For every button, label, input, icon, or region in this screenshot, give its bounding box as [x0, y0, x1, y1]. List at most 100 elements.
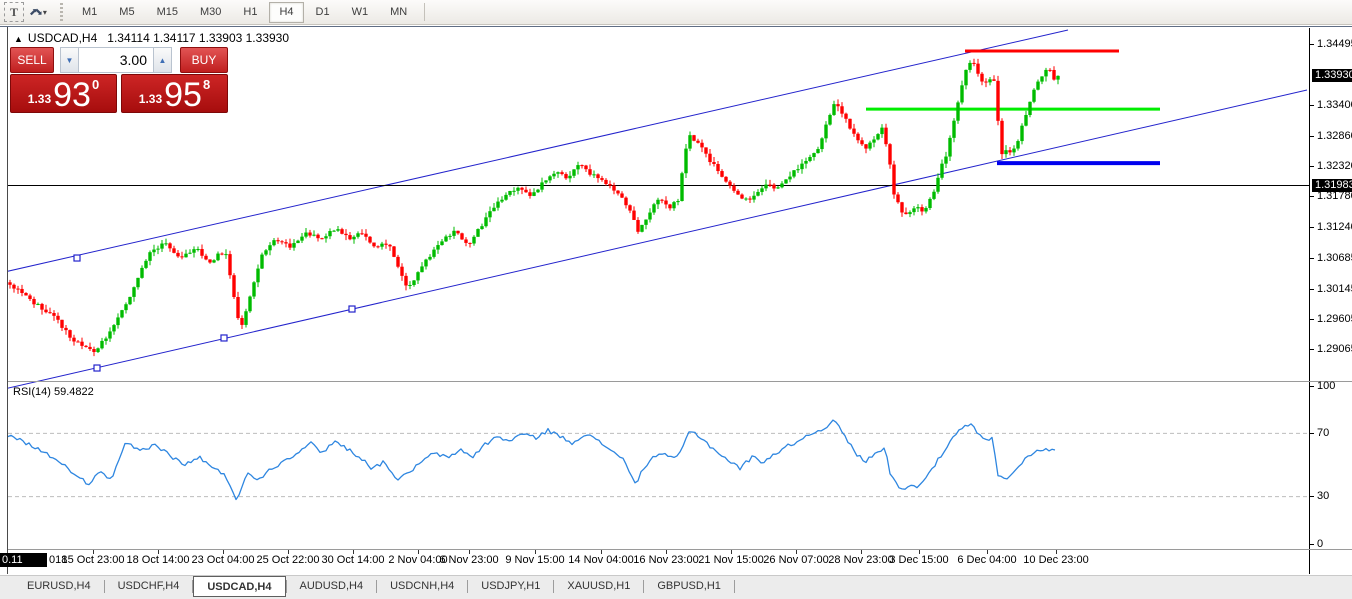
- candle-body: [804, 160, 808, 164]
- price-axis-tick: [1310, 196, 1314, 198]
- rsi-axis-tick: [1310, 385, 1314, 387]
- time-axis-tick: [1056, 550, 1057, 554]
- candle-body: [656, 199, 660, 205]
- candle-body: [548, 176, 552, 181]
- chart-tab-usdcad[interactable]: USDCAD,H4: [193, 576, 286, 597]
- timeframe-button-m5[interactable]: M5: [109, 2, 144, 23]
- channel-lower-line: [8, 89, 1308, 389]
- collapse-arrow-icon[interactable]: ▲: [14, 34, 23, 44]
- candle-body: [420, 266, 424, 273]
- candle-body: [88, 346, 92, 350]
- timeframe-button-d1[interactable]: D1: [306, 2, 340, 23]
- candle-body: [336, 229, 340, 231]
- timeframe-button-m30[interactable]: M30: [190, 2, 231, 23]
- text-tool-button[interactable]: T: [4, 2, 24, 22]
- volume-decrease-button[interactable]: ▼: [60, 47, 79, 73]
- candle-body: [644, 219, 648, 225]
- timeframe-button-h4[interactable]: H4: [269, 1, 304, 23]
- volume-input[interactable]: 3.00: [79, 47, 153, 73]
- candle-body: [760, 188, 764, 192]
- candle-body: [564, 174, 568, 179]
- buy-price-panel[interactable]: 1.33 95 8: [121, 74, 228, 113]
- buy-button[interactable]: BUY: [180, 47, 228, 73]
- candle-body: [1016, 141, 1020, 149]
- chart-tab-audusd[interactable]: AUDUSD,H4: [287, 576, 377, 596]
- candle-body: [660, 199, 664, 201]
- candle-body: [196, 249, 200, 251]
- candle-body: [84, 345, 88, 347]
- chart-title: ▲ USDCAD,H4 1.34114 1.34117 1.33903 1.3393…: [14, 31, 289, 45]
- candle-body: [684, 148, 688, 174]
- chart-tab-usdjpy[interactable]: USDJPY,H1: [468, 576, 553, 596]
- candle-body: [436, 245, 440, 250]
- arrows-tool-button[interactable]: ⬈⬊ ▾: [28, 2, 48, 22]
- candle-body: [112, 325, 116, 332]
- timeframe-button-m15[interactable]: M15: [147, 2, 188, 23]
- candle-body: [260, 254, 264, 269]
- candle-body: [264, 250, 268, 255]
- candle-body: [740, 194, 744, 199]
- rsi-axis-tick: [1310, 543, 1314, 545]
- chart-tab-usdcnh[interactable]: USDCNH,H4: [377, 576, 467, 596]
- timeframe-button-h1[interactable]: H1: [233, 2, 267, 23]
- candle-body: [512, 190, 516, 192]
- candle-body: [136, 277, 140, 288]
- candle-body: [104, 338, 108, 341]
- price-axis-tick: [1310, 166, 1314, 168]
- rsi-axis-tick: [1310, 432, 1314, 434]
- chart-symbol: USDCAD,H4: [27, 31, 98, 45]
- candle-body: [1044, 69, 1048, 77]
- chart-window-top-border: [0, 26, 1352, 27]
- time-axis-tick: [796, 550, 797, 554]
- candle-body: [940, 163, 944, 178]
- candle-body: [380, 243, 384, 247]
- candle-body: [960, 85, 964, 103]
- candle-body: [916, 207, 920, 209]
- candle-body: [800, 163, 804, 170]
- candle-body: [448, 235, 452, 237]
- chart-tab-eurusd[interactable]: EURUSD,H4: [14, 576, 104, 596]
- candle-body: [672, 202, 676, 209]
- timeframe-button-mn[interactable]: MN: [380, 2, 417, 23]
- candle-body: [416, 272, 420, 281]
- candle-body: [972, 62, 976, 64]
- tab-separator: [733, 580, 735, 593]
- buy-price-prefix: 1.33: [138, 92, 163, 106]
- candle-body: [140, 267, 144, 278]
- time-axis-tick: [223, 550, 224, 554]
- mt4-terminal: T ⬈⬊ ▾ M1 M5 M15 M30 H1 H4 D1 W1 MN ▲ USDCAD,H4 1.…: [0, 0, 1352, 599]
- sell-button[interactable]: SELL: [10, 47, 54, 73]
- chart-tab-xauusd[interactable]: XAUUSD,H1: [554, 576, 643, 596]
- sell-price-panel[interactable]: 1.33 93 0: [10, 74, 117, 113]
- candle-body: [944, 156, 948, 164]
- candle-body: [908, 212, 912, 215]
- candle-body: [544, 180, 548, 183]
- candle-body: [556, 172, 560, 174]
- price-tick-label: 1.29605: [1317, 313, 1352, 326]
- toolbar-grip[interactable]: [58, 3, 65, 21]
- pane-divider[interactable]: [8, 381, 1352, 382]
- timeframe-button-w1[interactable]: W1: [342, 2, 379, 23]
- time-axis-tick: [535, 550, 536, 554]
- timeframe-button-m1[interactable]: M1: [72, 2, 107, 23]
- volume-increase-button[interactable]: ▲: [153, 47, 172, 73]
- candle-body: [12, 284, 16, 289]
- candle-body: [24, 293, 28, 296]
- candle-body: [164, 243, 168, 245]
- candle-body: [212, 260, 216, 263]
- candle-body: [768, 184, 772, 186]
- first-time-label-rest: 018: [49, 554, 68, 566]
- candle-body: [472, 236, 476, 244]
- candle-body: [500, 199, 504, 202]
- candle-body: [60, 319, 64, 328]
- arrows-icon: ⬈⬊: [29, 6, 43, 18]
- candle-body: [700, 142, 704, 148]
- candle-body: [572, 169, 576, 176]
- price-axis-current-label: 1.31983: [1312, 178, 1352, 192]
- candle-body: [232, 275, 236, 297]
- candle-body: [980, 73, 984, 82]
- chart-tab-gbpusd[interactable]: GBPUSD,H1: [644, 576, 734, 596]
- candle-body: [492, 207, 496, 212]
- candle-body: [228, 254, 232, 276]
- chart-tab-usdchf[interactable]: USDCHF,H4: [105, 576, 193, 596]
